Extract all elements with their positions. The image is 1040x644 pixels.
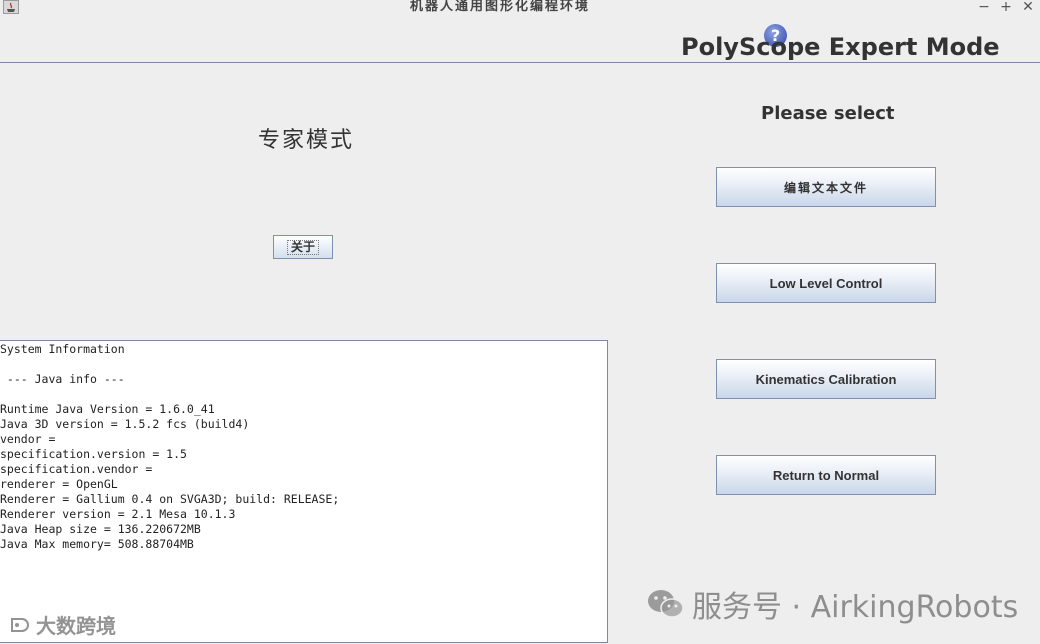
watermark-logo-icon — [11, 617, 29, 632]
maximize-button[interactable]: + — [998, 0, 1014, 14]
system-info-line: Renderer = Gallium 0.4 on SVGA3D; build:… — [0, 492, 340, 506]
system-info-line: System Information — [0, 342, 125, 356]
system-info-line: Java Max memory= 508.88704MB — [0, 537, 194, 551]
system-info-textarea[interactable]: System Information --- Java info --- Runt… — [0, 340, 608, 643]
system-info-line: Renderer version = 2.1 Mesa 10.1.3 — [0, 507, 236, 521]
close-button[interactable]: ✕ — [1020, 0, 1036, 14]
system-info-line: renderer = OpenGL — [0, 477, 118, 491]
page-title: PolyScope Expert Mode — [681, 33, 1000, 61]
corner-watermark-text: 大数跨境 — [36, 614, 116, 638]
system-info-line — [0, 357, 607, 372]
wechat-watermark: 服务号 · AirkingRobots — [646, 582, 1018, 626]
about-button[interactable]: 关于 — [273, 235, 333, 259]
window-title: 机器人通用图形化编程环境 — [409, 0, 590, 14]
edit-text-file-button[interactable]: 编辑文本文件 — [716, 167, 936, 207]
return-to-normal-button[interactable]: Return to Normal — [716, 455, 936, 495]
minimize-button[interactable]: − — [976, 0, 992, 14]
system-info-line: Java 3D version = 1.5.2 fcs (build4) — [0, 417, 250, 431]
please-select-label: Please select — [761, 103, 895, 124]
system-info-line: vendor = — [0, 432, 56, 446]
wechat-watermark-text: 服务号 · AirkingRobots — [692, 590, 1019, 625]
system-info-line: specification.vendor = — [0, 462, 153, 476]
system-info-line — [0, 387, 607, 402]
system-info-line: Java Heap size = 136.220672MB — [0, 522, 201, 536]
expert-mode-label: 专家模式 — [258, 128, 355, 153]
system-info-line: specification.version = 1.5 — [0, 447, 187, 461]
wechat-icon — [646, 587, 686, 621]
about-button-label: 关于 — [286, 239, 319, 255]
window-titlebar: 机器人通用图形化编程环境 − + ✕ — [0, 0, 1040, 16]
low-level-control-button[interactable]: Low Level Control — [716, 263, 936, 303]
kinematics-calibration-button[interactable]: Kinematics Calibration — [716, 359, 936, 399]
header-bar: ? PolyScope Expert Mode — [0, 16, 1040, 63]
system-info-line: Runtime Java Version = 1.6.0_41 — [0, 402, 215, 416]
corner-watermark: 大数跨境 — [8, 610, 116, 639]
system-info-line: --- Java info --- — [0, 372, 125, 386]
